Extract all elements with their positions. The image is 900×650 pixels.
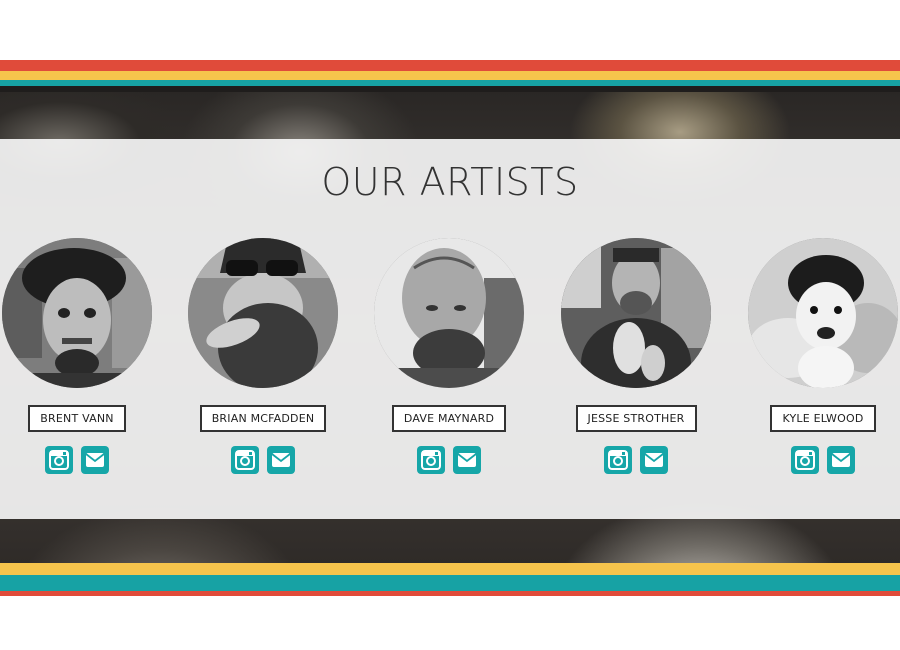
avatar[interactable] [188,238,338,388]
artist-card: BRIAN MCFADDEN [173,238,353,474]
avatar[interactable] [748,238,898,388]
mail-icon[interactable] [81,446,109,474]
instagram-icon[interactable] [45,446,73,474]
stripe-red [0,60,900,71]
artist-card: DAVE MAYNARD [359,238,539,474]
stripe-red [0,591,900,596]
instagram-icon[interactable] [231,446,259,474]
avatar[interactable] [561,238,711,388]
artist-card: BRENT VANN [0,238,167,474]
section-title: OUR ARTISTS [321,160,579,204]
stripe-yellow [0,563,900,575]
mail-icon[interactable] [640,446,668,474]
avatar[interactable] [2,238,152,388]
artist-card: JESSE STROTHER [546,238,726,474]
instagram-icon[interactable] [791,446,819,474]
instagram-icon[interactable] [604,446,632,474]
artist-card: KYLE ELWOOD [733,238,900,474]
artist-name: BRIAN MCFADDEN [199,405,327,432]
bottom-stripes [0,563,900,596]
mail-icon[interactable] [453,446,481,474]
instagram-icon[interactable] [417,446,445,474]
top-stripes [0,60,900,92]
stripe-yellow [0,71,900,80]
mail-icon[interactable] [267,446,295,474]
mail-icon[interactable] [827,446,855,474]
stripe-teal [0,575,900,591]
artist-name: DAVE MAYNARD [391,405,507,432]
artist-name: JESSE STROTHER [575,405,697,432]
artist-name: KYLE ELWOOD [770,405,876,432]
avatar[interactable] [374,238,524,388]
artist-name: BRENT VANN [28,405,126,432]
